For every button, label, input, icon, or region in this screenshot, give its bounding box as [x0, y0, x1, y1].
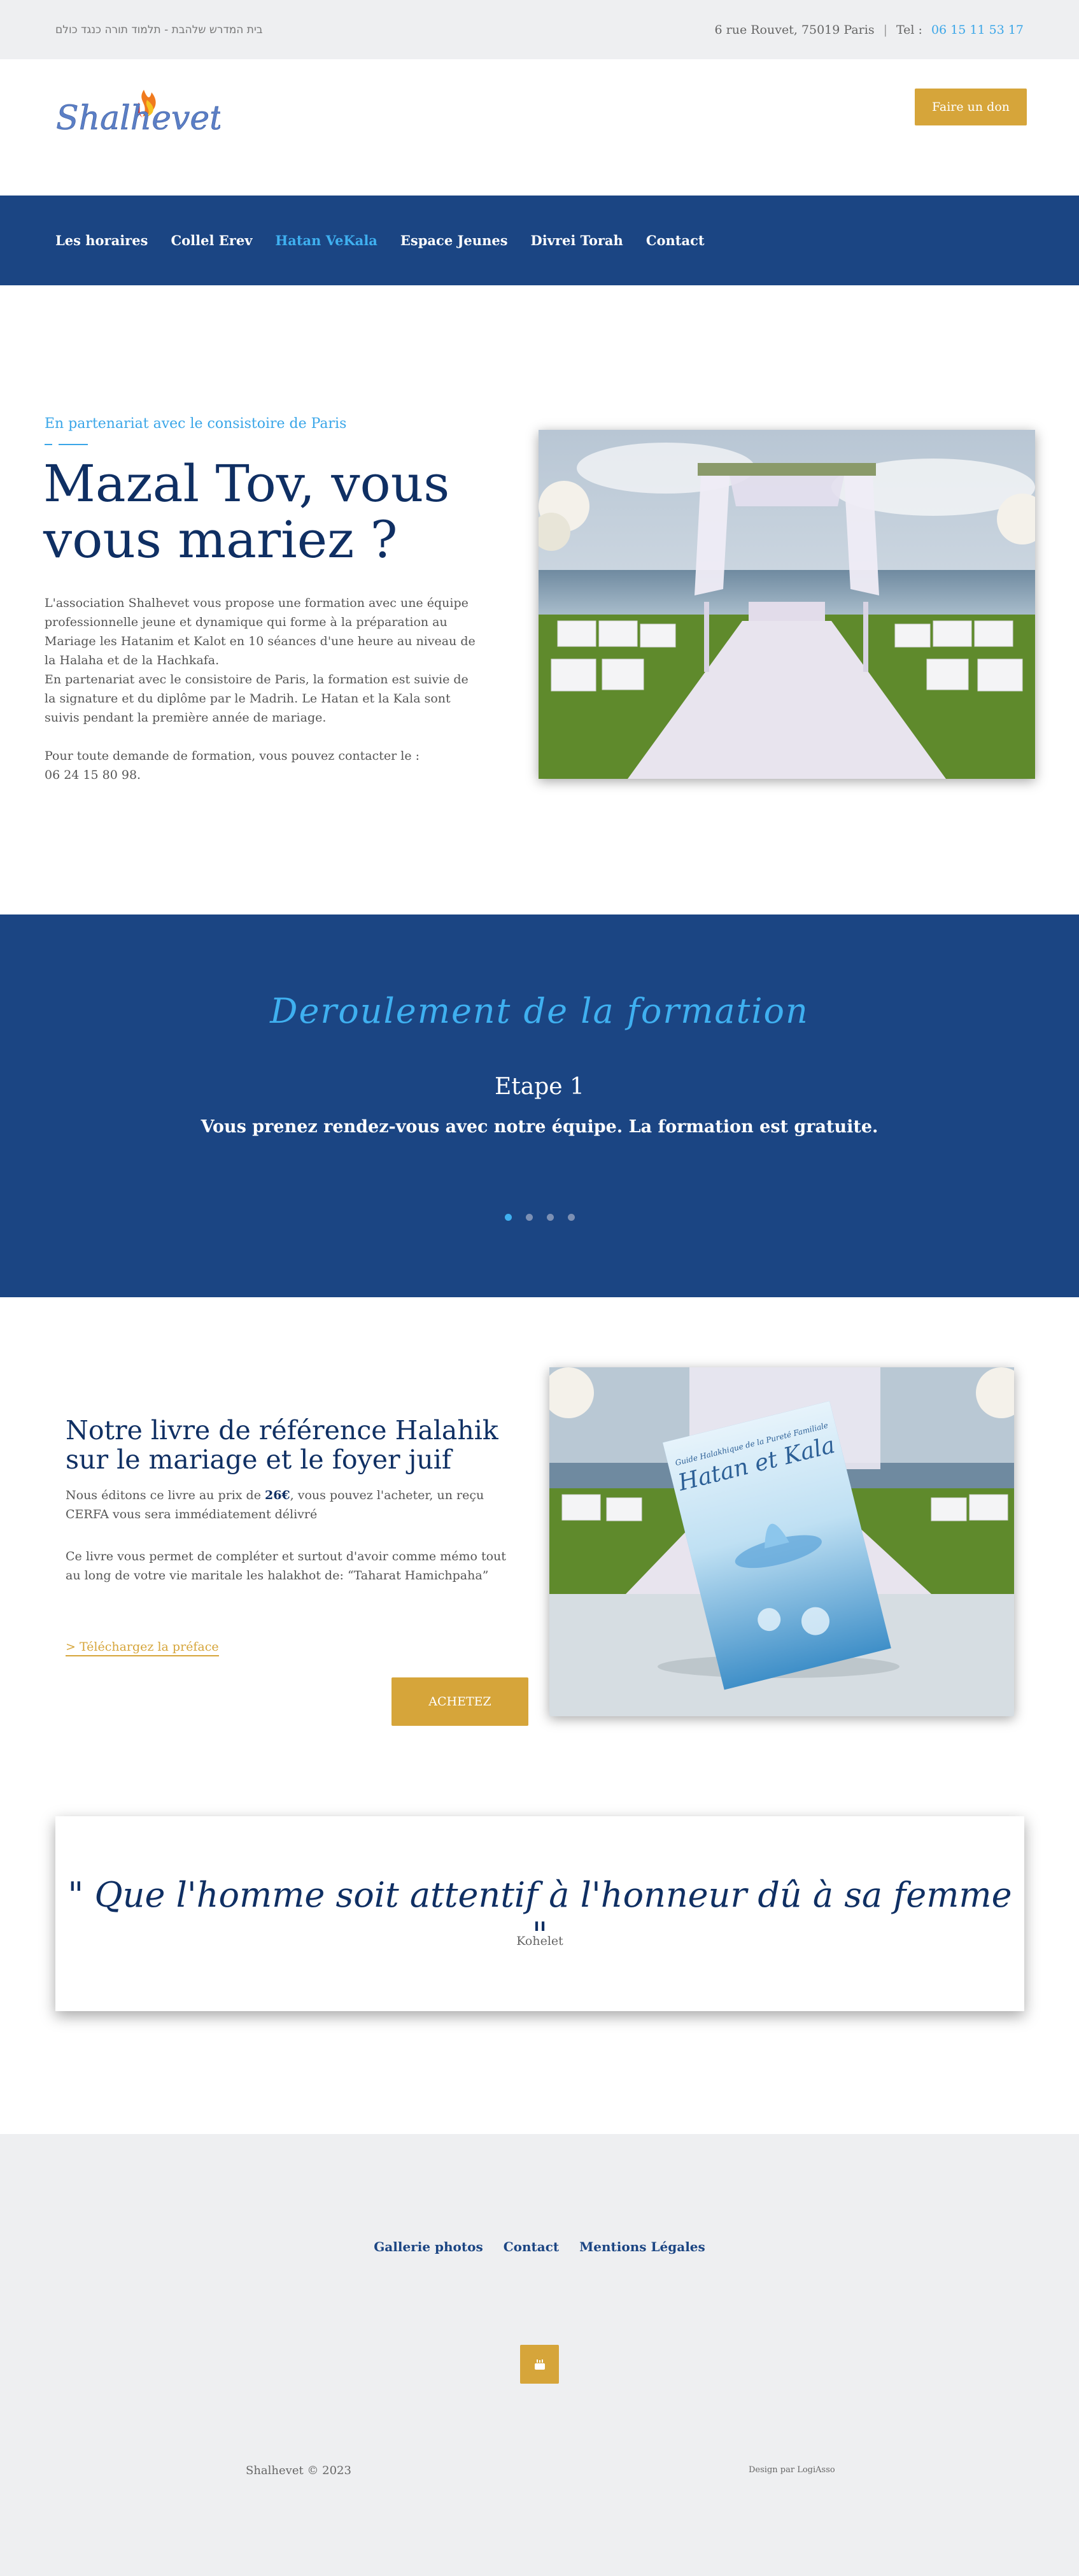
book-price-paragraph: Nous éditons ce livre au prix de 26€, vo…: [66, 1488, 484, 1521]
hero-paragraph-3: Pour toute demande de formation, vous po…: [45, 749, 420, 763]
nav-divrei-torah[interactable]: Divrei Torah: [531, 232, 623, 248]
book-section: Notre livre de référence Halahik sur le …: [0, 1297, 1079, 1794]
kicker-underline: [45, 444, 88, 445]
hero-paragraph-1: L'association Shalhevet vous propose une…: [45, 596, 476, 667]
header: Shalhevet.fr Faire un don: [0, 59, 1079, 196]
carousel-dot-1[interactable]: [504, 1214, 512, 1221]
nav-les-horaires[interactable]: Les horaires: [55, 232, 148, 248]
book-title: Notre livre de référence Halahik sur le …: [66, 1415, 498, 1475]
book-description: Ce livre vous permet de compléter et sur…: [66, 1549, 506, 1583]
wedding-photo: [539, 430, 1035, 779]
download-preface-link[interactable]: > Téléchargez la préface: [66, 1640, 219, 1656]
hebrew-tagline: בית המדרש שלהבת - תלמוד תורה כנגד כולם: [55, 23, 263, 36]
tel-label: Tel :: [896, 22, 922, 37]
book-price: 26€: [264, 1488, 290, 1502]
quote-author: Kohelet: [516, 1934, 563, 1948]
footer-link-legal[interactable]: Mentions Légales: [579, 2239, 705, 2254]
hero-paragraph-2: En partenariat avec le consistoire de Pa…: [45, 672, 469, 725]
youtube-icon: [534, 2359, 545, 2370]
logo-text: Shalhevet.fr: [56, 99, 220, 138]
formation-section: Deroulement de la formation Etape 1 Vous…: [0, 914, 1079, 1297]
phone-link[interactable]: 06 15 11 53 17: [931, 23, 1024, 37]
carousel-dot-4[interactable]: [567, 1214, 575, 1221]
formation-title: Deroulement de la formation: [270, 991, 809, 1031]
nav-collel-erev[interactable]: Collel Erev: [171, 232, 252, 248]
copyright: Shalhevet © 2023: [246, 2464, 351, 2477]
book-photo: Guide Halakhique de la Pureté Familiale …: [549, 1367, 1014, 1716]
footer-link-gallery[interactable]: Gallerie photos: [374, 2239, 483, 2254]
address: 6 rue Rouvet, 75019 Paris: [714, 22, 875, 37]
separator: |: [883, 22, 887, 37]
main-nav: Les horaires Collel Erev Hatan VeKala Es…: [0, 196, 1079, 285]
nav-espace-jeunes[interactable]: Espace Jeunes: [400, 232, 508, 248]
hero-text: L'association Shalhevet vous propose une…: [45, 594, 477, 785]
top-bar: בית המדרש שלהבת - תלמוד תורה כנגד כולם 6…: [0, 0, 1079, 59]
buy-button[interactable]: ACHETEZ: [391, 1677, 528, 1726]
top-contact: 6 rue Rouvet, 75019 Paris | Tel : 06 15 …: [715, 23, 1024, 37]
nav-contact[interactable]: Contact: [646, 232, 705, 248]
quote-section: " Que l'homme soit attentif à l'honneur …: [0, 1794, 1079, 2134]
carousel-dot-3[interactable]: [546, 1214, 554, 1221]
step-title: Etape 1: [495, 1074, 584, 1100]
carousel-dot-2[interactable]: [525, 1214, 533, 1221]
design-credit[interactable]: Design par LogiAsso: [749, 2465, 835, 2475]
youtube-button[interactable]: [520, 2345, 559, 2384]
footer-links: Gallerie photos Contact Mentions Légales: [0, 2239, 1079, 2254]
footer: Gallerie photos Contact Mentions Légales…: [0, 2134, 1079, 2576]
step-description: Vous prenez rendez-vous avec notre équip…: [201, 1117, 878, 1137]
footer-link-contact[interactable]: Contact: [504, 2239, 559, 2254]
hero-phone: 06 24 15 80 98.: [45, 768, 141, 782]
quote-card: " Que l'homme soit attentif à l'honneur …: [55, 1816, 1024, 2011]
hero-title: Mazal Tov, vous vous mariez ?: [43, 454, 450, 569]
donate-button[interactable]: Faire un don: [915, 89, 1027, 125]
hero-section: En partenariat avec le consistoire de Pa…: [0, 285, 1079, 914]
hero-kicker: En partenariat avec le consistoire de Pa…: [45, 416, 347, 432]
carousel-dots: [0, 1214, 1079, 1221]
site-logo[interactable]: Shalhevet.fr: [55, 77, 220, 147]
nav-hatan-vekala[interactable]: Hatan VeKala: [275, 232, 377, 248]
